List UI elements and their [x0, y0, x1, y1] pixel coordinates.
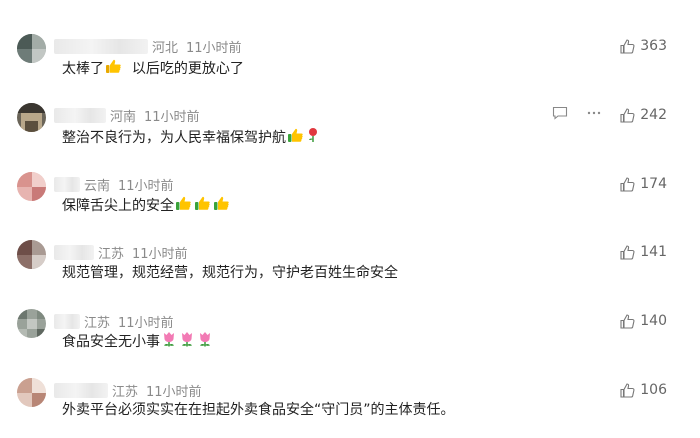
- comment-location: 云南: [84, 178, 111, 194]
- username-blurred[interactable]: [54, 382, 108, 398]
- comment-time: 11小时前: [118, 315, 174, 331]
- avatar[interactable]: [17, 378, 46, 407]
- comment-location: 江苏: [98, 246, 125, 262]
- thumbs-up-emoji-icon: [213, 196, 230, 215]
- thumbs-up-emoji-icon: [175, 196, 192, 215]
- like-button[interactable]: 242: [620, 105, 667, 125]
- avatar[interactable]: [17, 240, 46, 269]
- thumbs-up-icon: [620, 38, 635, 54]
- thumbs-up-icon: [620, 107, 635, 123]
- like-button[interactable]: 174: [620, 174, 667, 194]
- comment-time: 11小时前: [146, 384, 202, 400]
- avatar[interactable]: [17, 103, 46, 132]
- like-count: 242: [640, 107, 667, 123]
- like-button[interactable]: 363: [620, 36, 667, 56]
- thumbs-up-emoji-icon: [287, 128, 304, 147]
- more-icon[interactable]: [586, 106, 602, 120]
- username-blurred[interactable]: [54, 176, 80, 192]
- comment-time: 11小时前: [144, 109, 200, 125]
- comment-location: 河南: [110, 109, 137, 125]
- like-button[interactable]: 141: [620, 242, 667, 262]
- comment-text: 食品安全无小事: [62, 330, 214, 351]
- comment-meta: 江苏 11小时前: [54, 242, 188, 262]
- like-count: 106: [640, 382, 667, 398]
- comment-location: 江苏: [112, 384, 139, 400]
- like-count: 140: [640, 313, 667, 329]
- avatar[interactable]: [17, 172, 46, 201]
- username-blurred[interactable]: [54, 313, 80, 329]
- avatar[interactable]: [17, 309, 46, 338]
- rose-emoji-icon: [306, 127, 320, 147]
- tulip-emoji-icon: [197, 330, 213, 351]
- like-button[interactable]: 140: [620, 311, 667, 331]
- comment-text: 整治不良行为，为人民幸福保驾护航: [62, 127, 321, 147]
- like-count: 363: [640, 38, 667, 54]
- comment-time: 11小时前: [118, 178, 174, 194]
- comment-text: 规范管理，规范经营，规范行为，守护老百姓生命安全: [62, 265, 398, 281]
- username-blurred[interactable]: [54, 38, 148, 54]
- comment-text: 太棒了 以后吃的更放心了: [62, 58, 244, 78]
- like-count: 141: [640, 244, 667, 260]
- comment-tools: [552, 106, 602, 120]
- comment-meta: 河北 11小时前: [54, 36, 242, 56]
- comment-location: 河北: [152, 40, 179, 56]
- comment-item: 河南 11小时前 整治不良行为，为人民幸福保驾护航 242: [0, 103, 700, 163]
- comment-meta: 云南 11小时前: [54, 174, 174, 194]
- comment-meta: 江苏 11小时前: [54, 311, 174, 331]
- comment-location: 江苏: [84, 315, 111, 331]
- comment-meta: 江苏 11小时前: [54, 380, 202, 400]
- comment-text: 保障舌尖上的安全: [62, 195, 231, 215]
- thumbs-up-icon: [620, 244, 635, 260]
- thumbs-up-icon: [620, 313, 635, 329]
- thumbs-up-emoji-icon: [194, 196, 211, 215]
- thumbs-up-emoji-icon: [105, 59, 122, 78]
- comment-time: 11小时前: [186, 40, 242, 56]
- comment-time: 11小时前: [132, 246, 188, 262]
- comment-meta: 河南 11小时前: [54, 105, 200, 125]
- avatar[interactable]: [17, 34, 46, 63]
- tulip-emoji-icon: [179, 330, 195, 351]
- like-count: 174: [640, 176, 667, 192]
- thumbs-up-icon: [620, 176, 635, 192]
- comment-item: 河北 11小时前 太棒了 以后吃的更放心了 363: [0, 34, 700, 94]
- username-blurred[interactable]: [54, 244, 94, 260]
- comment-item: 云南 11小时前 保障舌尖上的安全 174: [0, 172, 700, 232]
- reply-icon[interactable]: [552, 106, 568, 120]
- like-button[interactable]: 106: [620, 380, 667, 400]
- username-blurred[interactable]: [54, 107, 106, 123]
- comment-item: 江苏 11小时前 外卖平台必须实实在在担起外卖食品安全“守门员”的主体责任。 1…: [0, 378, 700, 438]
- thumbs-up-icon: [620, 382, 635, 398]
- tulip-emoji-icon: [161, 330, 177, 351]
- comment-item: 江苏 11小时前 食品安全无小事 140: [0, 309, 700, 369]
- comment-item: 江苏 11小时前 规范管理，规范经营，规范行为，守护老百姓生命安全 141: [0, 240, 700, 300]
- comment-text: 外卖平台必须实实在在担起外卖食品安全“守门员”的主体责任。: [62, 402, 455, 418]
- comment-list: 河北 11小时前 太棒了 以后吃的更放心了 363 河南 11小时前 整治不良行…: [0, 0, 700, 432]
